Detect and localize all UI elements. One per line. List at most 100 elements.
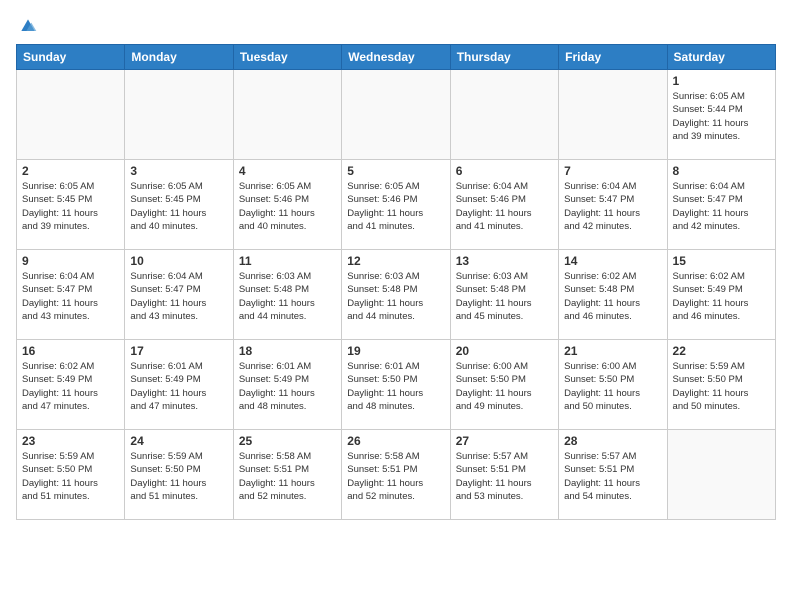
calendar-cell: 8 Sunrise: 6:04 AM Sunset: 5:47 PM Daylig… [667, 160, 775, 250]
calendar-cell: 25 Sunrise: 5:58 AM Sunset: 5:51 PM Dayli… [233, 430, 341, 520]
day-info: Sunrise: 6:05 AM Sunset: 5:45 PM Dayligh… [130, 180, 227, 233]
calendar-cell [450, 70, 558, 160]
day-info: Sunrise: 5:59 AM Sunset: 5:50 PM Dayligh… [22, 450, 119, 503]
day-number: 21 [564, 344, 661, 358]
weekday-header-monday: Monday [125, 45, 233, 70]
day-info: Sunrise: 6:04 AM Sunset: 5:47 PM Dayligh… [22, 270, 119, 323]
day-number: 11 [239, 254, 336, 268]
calendar-cell: 18 Sunrise: 6:01 AM Sunset: 5:49 PM Dayli… [233, 340, 341, 430]
day-number: 17 [130, 344, 227, 358]
calendar-cell: 16 Sunrise: 6:02 AM Sunset: 5:49 PM Dayli… [17, 340, 125, 430]
calendar-week-3: 9 Sunrise: 6:04 AM Sunset: 5:47 PM Daylig… [17, 250, 776, 340]
day-info: Sunrise: 6:03 AM Sunset: 5:48 PM Dayligh… [456, 270, 553, 323]
calendar-cell: 6 Sunrise: 6:04 AM Sunset: 5:46 PM Daylig… [450, 160, 558, 250]
calendar-cell: 21 Sunrise: 6:00 AM Sunset: 5:50 PM Dayli… [559, 340, 667, 430]
day-number: 8 [673, 164, 770, 178]
calendar-week-4: 16 Sunrise: 6:02 AM Sunset: 5:49 PM Dayli… [17, 340, 776, 430]
calendar-cell: 7 Sunrise: 6:04 AM Sunset: 5:47 PM Daylig… [559, 160, 667, 250]
calendar-cell: 22 Sunrise: 5:59 AM Sunset: 5:50 PM Dayli… [667, 340, 775, 430]
calendar-cell: 12 Sunrise: 6:03 AM Sunset: 5:48 PM Dayli… [342, 250, 450, 340]
day-number: 6 [456, 164, 553, 178]
calendar-cell: 11 Sunrise: 6:03 AM Sunset: 5:48 PM Dayli… [233, 250, 341, 340]
day-info: Sunrise: 6:04 AM Sunset: 5:47 PM Dayligh… [673, 180, 770, 233]
day-number: 16 [22, 344, 119, 358]
calendar-cell [667, 430, 775, 520]
day-number: 3 [130, 164, 227, 178]
calendar-cell [125, 70, 233, 160]
calendar-cell [559, 70, 667, 160]
calendar-cell: 3 Sunrise: 6:05 AM Sunset: 5:45 PM Daylig… [125, 160, 233, 250]
day-info: Sunrise: 6:02 AM Sunset: 5:48 PM Dayligh… [564, 270, 661, 323]
weekday-header-friday: Friday [559, 45, 667, 70]
day-number: 18 [239, 344, 336, 358]
calendar-cell: 9 Sunrise: 6:04 AM Sunset: 5:47 PM Daylig… [17, 250, 125, 340]
calendar-cell: 1 Sunrise: 6:05 AM Sunset: 5:44 PM Daylig… [667, 70, 775, 160]
day-info: Sunrise: 5:58 AM Sunset: 5:51 PM Dayligh… [347, 450, 444, 503]
calendar-cell [17, 70, 125, 160]
day-number: 9 [22, 254, 119, 268]
day-info: Sunrise: 5:57 AM Sunset: 5:51 PM Dayligh… [564, 450, 661, 503]
day-number: 23 [22, 434, 119, 448]
logo [16, 16, 38, 36]
day-info: Sunrise: 6:02 AM Sunset: 5:49 PM Dayligh… [22, 360, 119, 413]
calendar-week-1: 1 Sunrise: 6:05 AM Sunset: 5:44 PM Daylig… [17, 70, 776, 160]
calendar-cell: 13Sunrise: 6:03 AM Sunset: 5:48 PM Dayli… [450, 250, 558, 340]
calendar-cell [342, 70, 450, 160]
day-info: Sunrise: 5:59 AM Sunset: 5:50 PM Dayligh… [130, 450, 227, 503]
calendar-cell: 17Sunrise: 6:01 AM Sunset: 5:49 PM Dayli… [125, 340, 233, 430]
weekday-header-tuesday: Tuesday [233, 45, 341, 70]
calendar-cell: 26 Sunrise: 5:58 AM Sunset: 5:51 PM Dayli… [342, 430, 450, 520]
weekday-header-saturday: Saturday [667, 45, 775, 70]
day-number: 10 [130, 254, 227, 268]
calendar-cell: 27 Sunrise: 5:57 AM Sunset: 5:51 PM Dayli… [450, 430, 558, 520]
day-info: Sunrise: 6:05 AM Sunset: 5:45 PM Dayligh… [22, 180, 119, 233]
day-number: 27 [456, 434, 553, 448]
calendar-cell [233, 70, 341, 160]
day-info: Sunrise: 6:00 AM Sunset: 5:50 PM Dayligh… [564, 360, 661, 413]
day-number: 2 [22, 164, 119, 178]
calendar-cell: 24 Sunrise: 5:59 AM Sunset: 5:50 PM Dayli… [125, 430, 233, 520]
day-info: Sunrise: 6:05 AM Sunset: 5:46 PM Dayligh… [239, 180, 336, 233]
day-info: Sunrise: 6:01 AM Sunset: 5:49 PM Dayligh… [239, 360, 336, 413]
logo-icon [18, 16, 38, 36]
calendar-header-row: SundayMondayTuesdayWednesdayThursdayFrid… [17, 45, 776, 70]
calendar-cell: 19Sunrise: 6:01 AM Sunset: 5:50 PM Dayli… [342, 340, 450, 430]
day-number: 24 [130, 434, 227, 448]
day-info: Sunrise: 5:58 AM Sunset: 5:51 PM Dayligh… [239, 450, 336, 503]
day-info: Sunrise: 6:03 AM Sunset: 5:48 PM Dayligh… [347, 270, 444, 323]
day-info: Sunrise: 6:04 AM Sunset: 5:46 PM Dayligh… [456, 180, 553, 233]
calendar-cell: 20Sunrise: 6:00 AM Sunset: 5:50 PM Dayli… [450, 340, 558, 430]
page-header [16, 16, 776, 36]
weekday-header-wednesday: Wednesday [342, 45, 450, 70]
day-info: Sunrise: 6:05 AM Sunset: 5:46 PM Dayligh… [347, 180, 444, 233]
day-number: 20 [456, 344, 553, 358]
day-number: 25 [239, 434, 336, 448]
day-info: Sunrise: 6:02 AM Sunset: 5:49 PM Dayligh… [673, 270, 770, 323]
day-info: Sunrise: 6:04 AM Sunset: 5:47 PM Dayligh… [564, 180, 661, 233]
calendar-cell: 15 Sunrise: 6:02 AM Sunset: 5:49 PM Dayli… [667, 250, 775, 340]
day-info: Sunrise: 5:59 AM Sunset: 5:50 PM Dayligh… [673, 360, 770, 413]
day-info: Sunrise: 5:57 AM Sunset: 5:51 PM Dayligh… [456, 450, 553, 503]
day-number: 26 [347, 434, 444, 448]
calendar-cell: 23 Sunrise: 5:59 AM Sunset: 5:50 PM Dayli… [17, 430, 125, 520]
day-info: Sunrise: 6:03 AM Sunset: 5:48 PM Dayligh… [239, 270, 336, 323]
calendar-table: SundayMondayTuesdayWednesdayThursdayFrid… [16, 44, 776, 520]
calendar-cell: 4 Sunrise: 6:05 AM Sunset: 5:46 PM Daylig… [233, 160, 341, 250]
day-number: 28 [564, 434, 661, 448]
calendar-cell: 2 Sunrise: 6:05 AM Sunset: 5:45 PM Daylig… [17, 160, 125, 250]
day-number: 1 [673, 74, 770, 88]
day-info: Sunrise: 6:04 AM Sunset: 5:47 PM Dayligh… [130, 270, 227, 323]
day-number: 4 [239, 164, 336, 178]
day-number: 14 [564, 254, 661, 268]
calendar-cell: 28 Sunrise: 5:57 AM Sunset: 5:51 PM Dayli… [559, 430, 667, 520]
calendar-cell: 14 Sunrise: 6:02 AM Sunset: 5:48 PM Dayli… [559, 250, 667, 340]
day-number: 15 [673, 254, 770, 268]
calendar-week-2: 2 Sunrise: 6:05 AM Sunset: 5:45 PM Daylig… [17, 160, 776, 250]
day-number: 19 [347, 344, 444, 358]
day-number: 12 [347, 254, 444, 268]
day-number: 22 [673, 344, 770, 358]
day-number: 5 [347, 164, 444, 178]
day-info: Sunrise: 6:05 AM Sunset: 5:44 PM Dayligh… [673, 90, 770, 143]
calendar-cell: 10 Sunrise: 6:04 AM Sunset: 5:47 PM Dayli… [125, 250, 233, 340]
day-number: 7 [564, 164, 661, 178]
